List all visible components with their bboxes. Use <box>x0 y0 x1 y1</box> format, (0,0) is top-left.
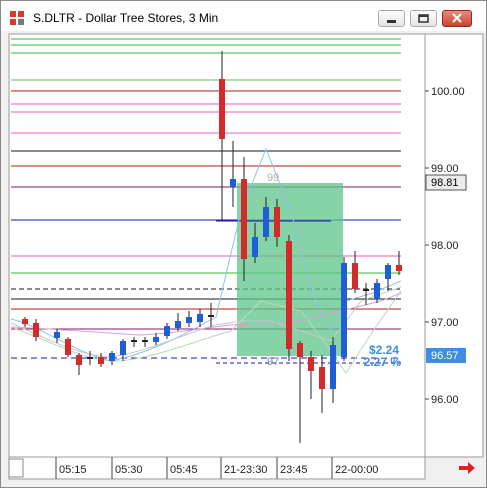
price-label-96: 96.00 <box>431 394 459 406</box>
time-label-0530: 05:30 <box>115 464 143 476</box>
right-arrow-icon[interactable] <box>459 462 475 474</box>
candle <box>142 340 148 342</box>
candle <box>297 343 303 357</box>
plot-area[interactable] <box>8 33 426 458</box>
candle <box>76 355 82 365</box>
candle <box>219 79 225 139</box>
pct-bottom-label: 97 <box>267 356 279 368</box>
candle <box>54 332 60 338</box>
candle <box>263 207 269 237</box>
time-label-2345: 23:45 <box>280 464 308 476</box>
candle <box>98 357 104 364</box>
pct-top-label: 99 <box>267 172 279 184</box>
candle <box>274 207 280 237</box>
price-label-100: 100.00 <box>431 86 465 98</box>
chart-window: S.DLTR - Dollar Tree Stores, 3 Min 99 97… <box>0 0 487 488</box>
candle <box>341 263 347 357</box>
candle <box>186 317 192 323</box>
time-label-2330: 21-23:30 <box>224 464 267 476</box>
time-label-0000: 22-00:00 <box>335 464 378 476</box>
candle <box>230 179 236 187</box>
last-price-text: 98.81 <box>431 177 459 189</box>
candle <box>286 241 292 349</box>
candle <box>241 179 247 259</box>
candle <box>22 319 28 324</box>
candle <box>396 265 402 271</box>
candle <box>109 353 115 361</box>
chart-canvas[interactable]: 99 97 $2.24 2.27 % 100.00 99.00 98.00 97… <box>1 1 486 487</box>
time-label-0545: 05:45 <box>170 464 198 476</box>
candle <box>363 289 369 291</box>
candle <box>252 237 258 257</box>
candle <box>319 367 325 389</box>
candle <box>164 326 170 336</box>
candle <box>308 357 314 371</box>
candle <box>120 341 126 355</box>
candle <box>65 339 71 355</box>
candle <box>131 340 137 342</box>
candle <box>33 323 39 337</box>
price-label-97: 97.00 <box>431 317 459 329</box>
candle <box>197 314 203 322</box>
candle <box>374 283 380 299</box>
price-label-99: 99.00 <box>431 163 459 175</box>
candle <box>153 337 159 342</box>
change-pct-label: 2.27 % <box>364 355 402 369</box>
scroll-left-handle[interactable] <box>8 458 24 478</box>
candle <box>208 315 214 317</box>
candle <box>175 321 181 328</box>
candle <box>87 357 93 359</box>
current-price-text: 96.57 <box>431 350 459 362</box>
time-label-0515: 05:15 <box>59 464 87 476</box>
candle <box>385 265 391 279</box>
candle <box>330 345 336 389</box>
price-label-98: 98.00 <box>431 240 459 252</box>
candle <box>352 263 358 289</box>
